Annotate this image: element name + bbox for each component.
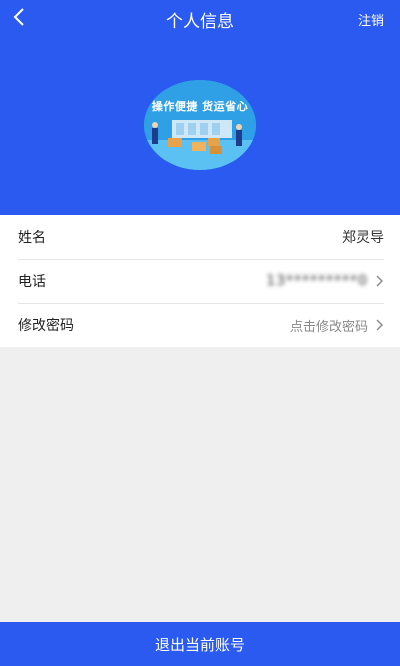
avatar[interactable]: 操作便捷 货运省心 [144,80,256,170]
phone-row[interactable]: 电话 13*********0 [0,259,400,303]
phone-value: 13*********0 [266,273,368,289]
logout-account-button[interactable]: 退出当前账号 [0,622,400,666]
phone-label: 电话 [18,274,46,290]
profile-list: 姓名 郑灵导 电话 13*********0 修改密码 点击修改密码 [0,215,400,347]
name-value: 郑灵导 [342,230,384,246]
logout-link[interactable]: 注销 [358,10,384,29]
avatar-illustration [144,80,256,170]
header: 个人信息 注销 操作便捷 货运省心 [0,0,400,215]
change-password-row[interactable]: 修改密码 点击修改密码 [0,303,400,347]
chevron-right-icon [376,319,384,331]
change-password-hint: 点击修改密码 [289,319,368,335]
avatar-banner-text: 操作便捷 货运省心 [151,100,249,113]
page-title: 个人信息 [166,12,234,32]
change-password-label: 修改密码 [18,318,74,334]
name-row: 姓名 郑灵导 [0,215,400,259]
chevron-right-icon [376,275,384,287]
name-label: 姓名 [18,230,46,246]
